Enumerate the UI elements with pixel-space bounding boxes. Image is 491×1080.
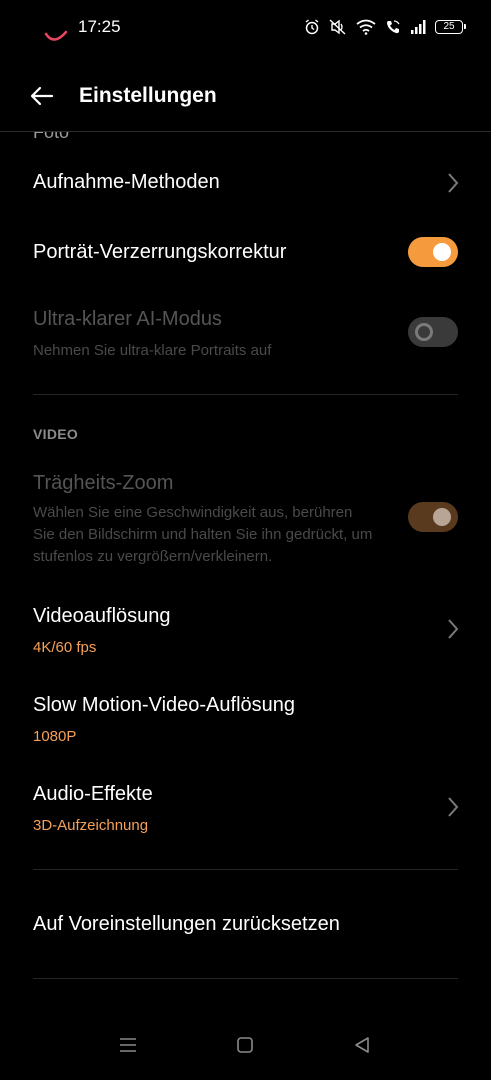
menu-icon: [120, 1038, 136, 1052]
triangle-back-icon: [355, 1037, 369, 1053]
audio-effects-title: Audio-Effekte: [33, 783, 153, 805]
ultra-clear-ai-toggle[interactable]: [408, 317, 458, 347]
chevron-right-icon: [448, 797, 459, 817]
slow-motion-title: Slow Motion-Video-Auflösung: [33, 694, 296, 716]
section-label-photo: Foto: [33, 132, 70, 142]
system-nav-bar: [0, 1010, 491, 1080]
portrait-distortion-item[interactable]: Porträt-Verzerrungskorrektur: [0, 222, 491, 284]
app-logo-icon: [44, 30, 68, 41]
chevron-right-icon: [448, 173, 459, 193]
battery-icon: 25: [435, 20, 466, 34]
status-icons: 25: [304, 15, 466, 39]
video-resolution-title: Videoauflösung: [33, 605, 171, 627]
settings-list[interactable]: Foto Aufnahme-Methoden Porträt-Verzerrun…: [0, 132, 491, 992]
wifi-icon: [356, 19, 376, 35]
inertia-zoom-title: Trägheits-Zoom: [33, 472, 174, 494]
inertia-zoom-subtitle: Wählen Sie eine Geschwindigkeit aus, ber…: [33, 504, 373, 565]
chevron-right-icon: [448, 619, 459, 639]
video-resolution-value: 4K/60 fps: [33, 639, 97, 656]
signal-icon: [411, 20, 426, 34]
inertia-zoom-item[interactable]: Trägheits-Zoom Wählen Sie eine Geschwind…: [0, 462, 491, 574]
app-header: Einstellungen: [0, 56, 491, 132]
portrait-distortion-title: Porträt-Verzerrungskorrektur: [33, 241, 287, 263]
back-button[interactable]: [26, 82, 58, 110]
nav-back-button[interactable]: [347, 1030, 377, 1060]
portrait-distortion-toggle[interactable]: [408, 237, 458, 267]
square-icon: [237, 1037, 253, 1053]
status-time: 17:25: [78, 17, 121, 36]
ultra-clear-ai-title: Ultra-klarer AI-Modus: [33, 308, 222, 330]
home-button[interactable]: [230, 1030, 260, 1060]
wifi-call-icon: [387, 20, 400, 34]
ultra-clear-ai-item[interactable]: Ultra-klarer AI-Modus Nehmen Sie ultra-k…: [0, 298, 491, 378]
ultra-clear-ai-subtitle: Nehmen Sie ultra-klare Portraits auf: [33, 342, 272, 359]
reset-defaults-title: Auf Voreinstellungen zurücksetzen: [33, 913, 340, 935]
inertia-zoom-toggle[interactable]: [408, 502, 458, 532]
divider: [33, 394, 458, 395]
alarm-icon: [305, 19, 319, 35]
reset-defaults-item[interactable]: Auf Voreinstellungen zurücksetzen: [0, 890, 491, 960]
mute-icon: [329, 19, 346, 35]
capture-methods-title: Aufnahme-Methoden: [33, 171, 220, 193]
divider: [33, 869, 458, 870]
status-bar: 17:25 25: [0, 0, 491, 56]
video-resolution-item[interactable]: Videoauflösung 4K/60 fps: [0, 594, 491, 674]
section-label-video: VIDEO: [33, 426, 79, 442]
audio-effects-value: 3D-Aufzeichnung: [33, 817, 149, 834]
slow-motion-value: 1080P: [33, 728, 77, 745]
audio-effects-item[interactable]: Audio-Effekte 3D-Aufzeichnung: [0, 772, 491, 852]
divider: [33, 978, 458, 979]
page-title: Einstellungen: [79, 84, 217, 107]
capture-methods-item[interactable]: Aufnahme-Methoden: [0, 152, 491, 214]
recent-apps-button[interactable]: [113, 1030, 143, 1060]
arrow-left-icon: [30, 86, 54, 106]
slow-motion-item[interactable]: Slow Motion-Video-Auflösung 1080P: [0, 683, 491, 763]
